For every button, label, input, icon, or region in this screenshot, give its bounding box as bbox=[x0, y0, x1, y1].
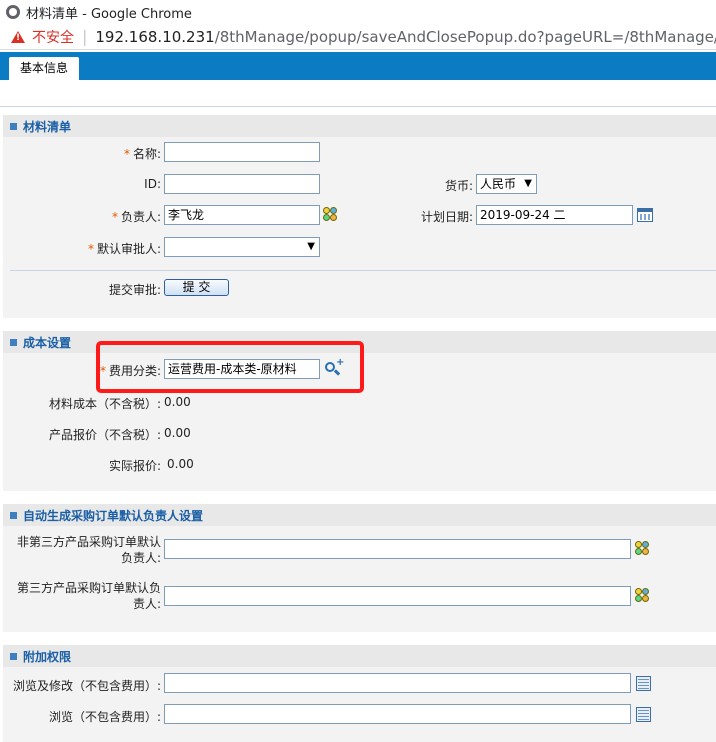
plan-date-label: 计划日期: bbox=[420, 210, 473, 224]
name-label: * 名称: bbox=[123, 147, 161, 161]
owner-input[interactable]: 李飞龙 bbox=[164, 205, 320, 225]
required-star: * bbox=[123, 147, 130, 161]
approver-label: * 默认审批人: bbox=[87, 242, 161, 256]
section-marker-icon bbox=[10, 122, 17, 130]
url-path[interactable]: /8thManage/popup/saveAndClosePopup.do?pa… bbox=[215, 28, 716, 46]
list-picker-icon[interactable] bbox=[636, 707, 651, 722]
actual-quote-value: 0.00 bbox=[167, 457, 194, 471]
highlight-box bbox=[96, 341, 364, 393]
product-quote-label: 产品报价（不含税）: bbox=[48, 428, 161, 442]
address-separator: | bbox=[82, 27, 88, 46]
section-divider bbox=[10, 270, 716, 271]
security-label[interactable]: 不安全 bbox=[32, 27, 74, 47]
chevron-down-icon: ▼ bbox=[307, 241, 315, 252]
section-materials: 材料清单 * 名称: ID: 货币: 人民币 ▼ * 负责人: 李飞龙 计划日期: 2… bbox=[3, 115, 716, 318]
calendar-icon[interactable] bbox=[637, 208, 653, 222]
material-cost-label: 材料成本（不含税）: bbox=[48, 397, 161, 411]
submit-approval-label: 提交审批: bbox=[108, 283, 161, 297]
tab-bar: 基本信息 bbox=[0, 52, 716, 80]
required-star: * bbox=[87, 242, 94, 256]
material-cost-value: 0.00 bbox=[164, 395, 191, 409]
approver-select[interactable]: ▼ bbox=[164, 237, 320, 257]
actual-quote-label: 实际报价: bbox=[108, 459, 161, 473]
browse-edit-label: 浏览及修改（不包含费用）: bbox=[12, 679, 161, 693]
section-marker-icon bbox=[10, 652, 17, 660]
tab-basic-info[interactable]: 基本信息 bbox=[9, 57, 80, 80]
section-header: 材料清单 bbox=[3, 115, 716, 137]
browse-edit-input[interactable] bbox=[164, 673, 631, 693]
chevron-down-icon: ▼ bbox=[524, 178, 532, 189]
currency-select[interactable]: 人民币 ▼ bbox=[476, 174, 537, 194]
section-title: 附加权限 bbox=[23, 649, 72, 664]
id-input[interactable] bbox=[164, 174, 320, 194]
section-header: 附加权限 bbox=[3, 645, 716, 667]
window-titlebar: 材料清单 - Google Chrome bbox=[0, 0, 716, 24]
section-permissions: 附加权限 浏览及修改（不包含费用）: 浏览（不包含费用）: bbox=[3, 645, 716, 742]
list-picker-icon[interactable] bbox=[636, 676, 651, 691]
plan-date-input[interactable]: 2019-09-24 二 bbox=[476, 205, 633, 225]
third-party-owner-label: 第三方产品采购订单默认负 责人: bbox=[16, 581, 161, 611]
section-marker-icon bbox=[10, 511, 17, 519]
browse-input[interactable] bbox=[164, 704, 631, 724]
section-marker-icon bbox=[10, 338, 17, 346]
section-purchase-owner: 自动生成采购订单默认负责人设置 非第三方产品采购订单默认 负责人: 第三方产品采购… bbox=[3, 504, 716, 632]
warning-icon: ! bbox=[11, 30, 25, 43]
owner-label: * 负责人: bbox=[111, 210, 161, 224]
submit-button[interactable]: 提 交 bbox=[164, 279, 229, 296]
third-party-owner-input[interactable] bbox=[164, 586, 631, 606]
currency-label: 货币: bbox=[444, 179, 473, 193]
people-picker-icon[interactable] bbox=[323, 207, 339, 223]
section-title: 成本设置 bbox=[23, 335, 72, 350]
section-title: 自动生成采购订单默认负责人设置 bbox=[23, 508, 204, 523]
section-header: 自动生成采购订单默认负责人设置 bbox=[3, 504, 716, 526]
window-title: 材料清单 - Google Chrome bbox=[26, 6, 192, 22]
product-quote-value: 0.00 bbox=[164, 426, 191, 440]
globe-icon bbox=[6, 5, 20, 19]
browse-label: 浏览（不包含费用）: bbox=[48, 710, 161, 724]
url-host[interactable]: 192.168.10.231 bbox=[95, 28, 214, 46]
address-bar[interactable]: ! 不安全 | 192.168.10.231 /8thManage/popup/… bbox=[0, 24, 716, 50]
section-title: 材料清单 bbox=[23, 119, 72, 134]
people-picker-icon[interactable] bbox=[635, 588, 651, 604]
non-third-party-owner-label: 非第三方产品采购订单默认 负责人: bbox=[16, 535, 161, 565]
people-picker-icon[interactable] bbox=[635, 541, 651, 557]
name-input[interactable] bbox=[164, 142, 320, 162]
divider bbox=[0, 106, 716, 107]
id-label: ID: bbox=[144, 177, 161, 191]
non-third-party-owner-input[interactable] bbox=[164, 539, 631, 559]
required-star: * bbox=[111, 210, 118, 224]
